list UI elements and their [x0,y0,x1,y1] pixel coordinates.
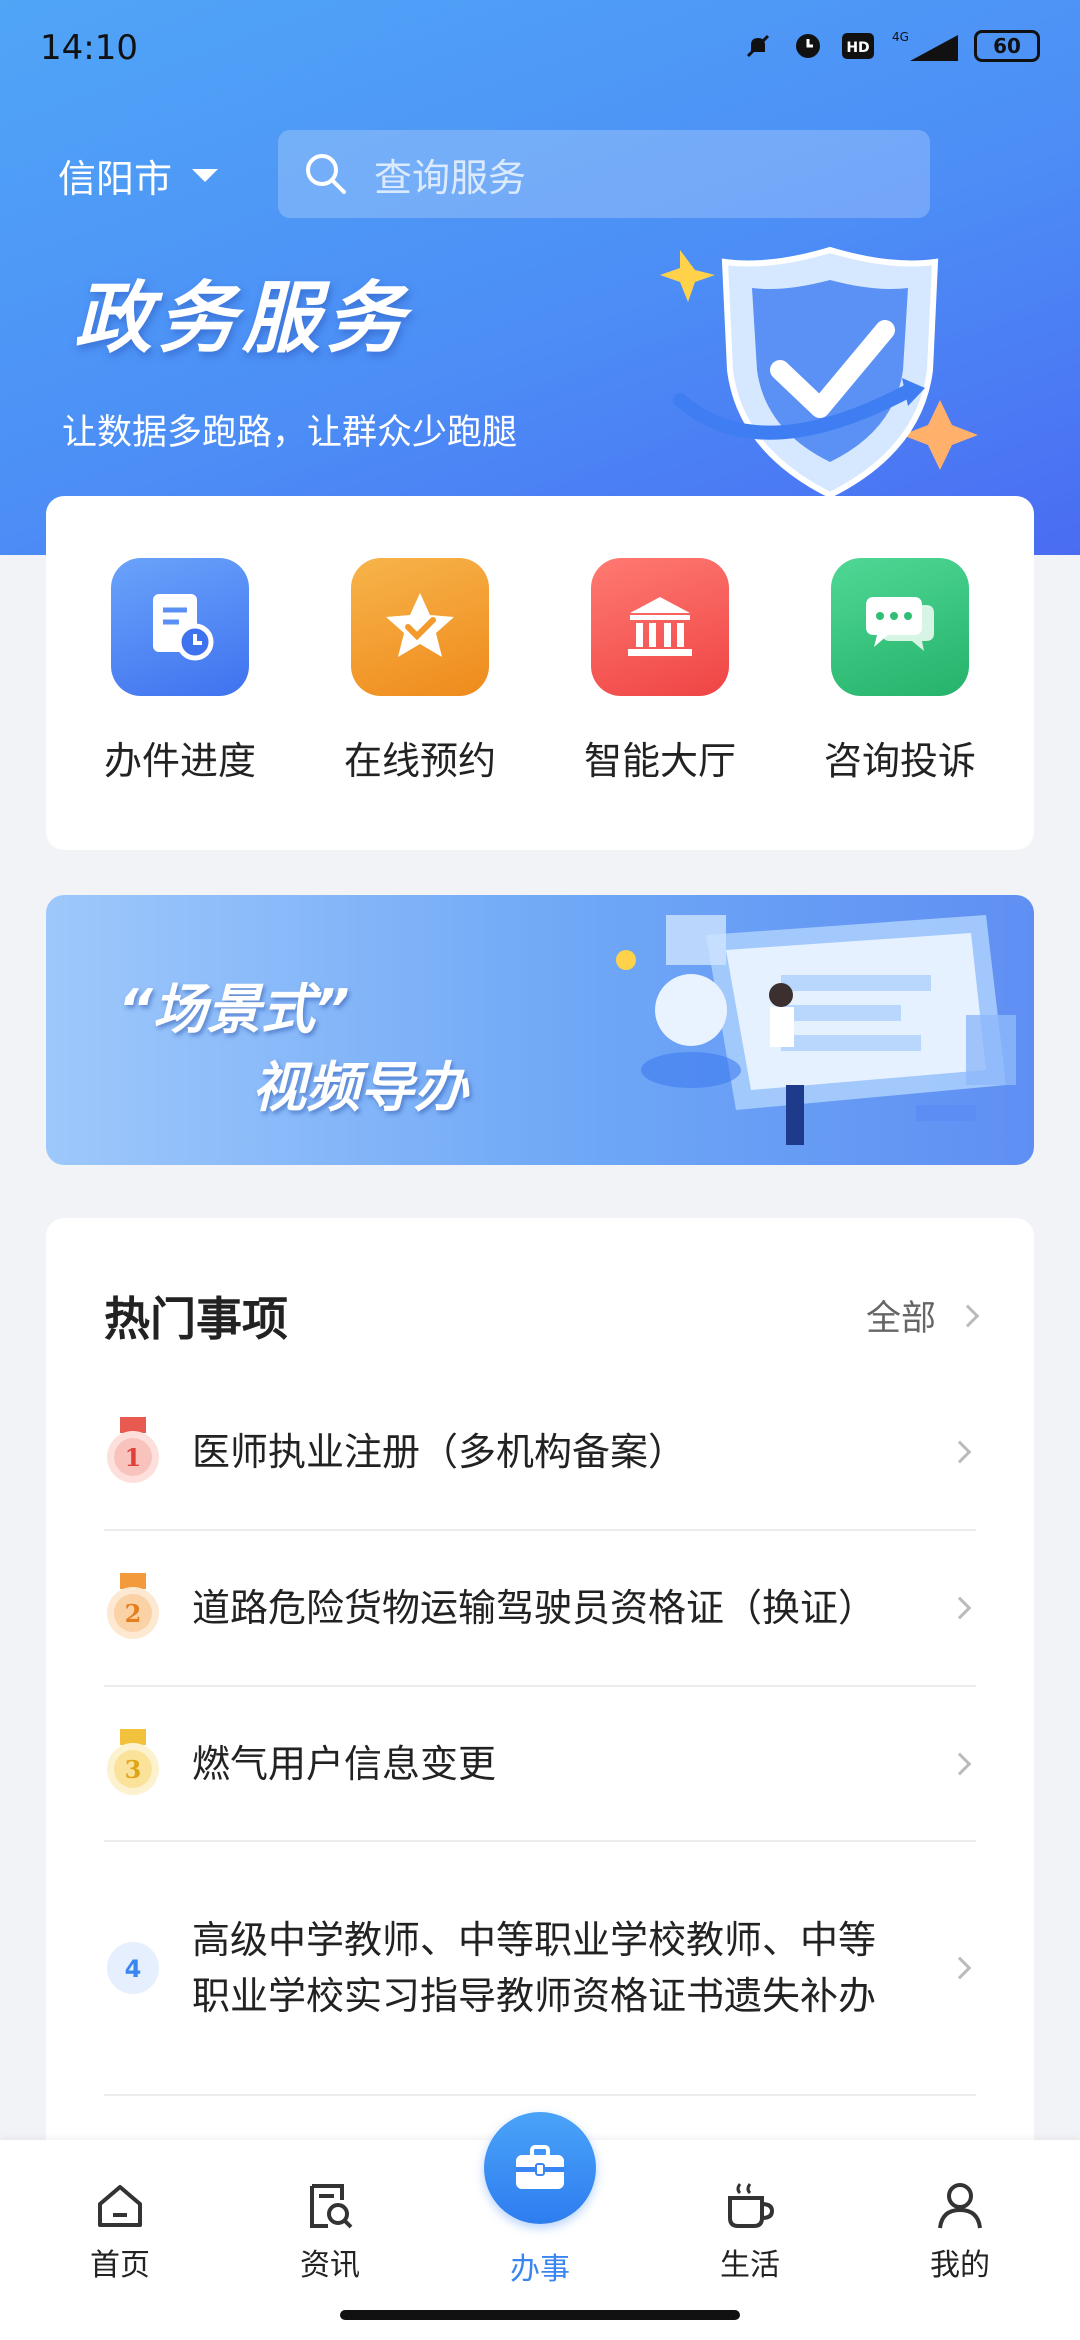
coffee-cup-icon [728,2183,775,2228]
mute-icon [740,28,776,64]
shield-check-icon [660,246,978,499]
services-fab-button[interactable] [484,2112,596,2224]
battery-icon: 60 [974,30,1040,62]
search-icon [306,154,346,194]
item-title: 燃气用户信息变更 [192,1741,497,1786]
clock-icon [790,28,826,64]
person-icon [938,2183,982,2229]
city-label: 信阳市 [58,157,173,201]
list-item[interactable]: 4 高级中学教师、中等职业学校教师、中等职业学校实习指导教师资格证书遗失补办 [104,1842,976,2096]
home-indicator [340,2310,740,2320]
medal-silver-rank-icon: 2 [104,1573,162,1643]
status-bar: 14:10 HD 4G 60 [0,0,1080,100]
tab-label: 生活 [720,2248,780,2283]
document-clock-icon [111,558,249,696]
rank-number: 4 [125,1955,142,1983]
hero-header: 14:10 HD 4G 60 信阳市 查询服务 政务服务 让数据多跑路，让群众少… [0,0,1080,555]
chevron-down-icon [192,169,219,182]
building-icon [591,558,729,696]
medal-bronze-rank-icon: 3 [104,1728,162,1799]
chevron-right-icon [948,1956,972,1980]
item-title: 高级中学教师、中等职业学校教师、中等职业学校实习指导教师资格证书遗失补办 [192,1918,877,2018]
news-search-icon [310,2184,353,2229]
chevron-right-icon [948,1752,972,1775]
page-title: 政务服务 [74,274,411,364]
rank-number: 2 [125,1599,142,1628]
quick-action-label: 办件进度 [103,739,256,783]
chevron-right-icon [956,1304,980,1327]
status-time: 14:10 [40,28,138,68]
item-title: 医师执业注册（多机构备案） [192,1430,687,1474]
list-item[interactable]: 3 燃气用户信息变更 [104,1687,976,1842]
tab-profile[interactable]: 我的 [900,2180,1020,2284]
rank-number: 1 [125,1443,142,1472]
chat-bubble-icon [831,558,969,696]
chevron-right-icon [948,1596,972,1620]
banner-title-line2: 视频导办 [252,1056,468,1119]
list-item[interactable]: 1 医师执业注册（多机构备案） [104,1383,976,1531]
quick-action-hall[interactable]: 智能大厅 [555,558,765,850]
rank-badge-icon: 4 [104,1939,162,1997]
tab-label: 首页 [90,2248,150,2283]
banner-illustration [616,915,1016,1145]
view-all-link[interactable]: 全部 [865,1290,980,1341]
tab-home[interactable]: 首页 [60,2180,180,2284]
quick-action-label: 咨询投诉 [823,739,976,783]
view-all-label: 全部 [865,1299,936,1339]
tab-life[interactable]: 生活 [690,2180,810,2284]
signal-icon: 4G [890,28,960,64]
home-icon [98,2185,142,2227]
quick-action-label: 在线预约 [343,739,496,783]
hot-items-card: 热门事项 全部 1 医师执业注册（多机构备案） 2 道路危险货物运输驾驶员资格证… [46,1218,1034,2238]
svg-text:HD: HD [846,40,869,56]
network-label: 4G [892,30,909,44]
tab-label: 办事 [510,2252,570,2287]
medal-gold-rank-icon: 1 [104,1417,162,1487]
section-title: 热门事项 [104,1291,288,1346]
search-placeholder: 查询服务 [374,155,527,200]
list-item[interactable]: 2 道路危险货物运输驾驶员资格证（换证） [104,1531,976,1687]
video-guide-banner[interactable]: “场景式” 视频导办 [46,895,1034,1165]
chevron-right-icon [948,1440,972,1464]
tab-label: 我的 [930,2248,990,2283]
page-subtitle: 让数据多跑路，让群众少跑腿 [62,413,518,453]
search-input[interactable]: 查询服务 [278,130,930,218]
tab-services[interactable]: 办事 [480,2236,600,2288]
tab-news[interactable]: 资讯 [270,2180,390,2284]
quick-actions-card: 办件进度 在线预约 智能大厅 咨询投诉 [46,496,1034,850]
item-title: 道路危险货物运输驾驶员资格证（换证） [192,1586,877,1630]
city-selector[interactable]: 信阳市 [58,148,219,203]
banner-title-line1: “场景式” [118,978,350,1041]
quick-action-consult[interactable]: 咨询投诉 [795,558,1005,850]
star-check-icon [351,558,489,696]
rank-number: 3 [125,1755,142,1784]
quick-action-progress[interactable]: 办件进度 [75,558,285,850]
quick-action-label: 智能大厅 [583,739,736,783]
tab-label: 资讯 [300,2248,360,2283]
hd-icon: HD [840,28,876,64]
quick-action-appointment[interactable]: 在线预约 [315,558,525,850]
briefcase-icon [516,2145,564,2189]
